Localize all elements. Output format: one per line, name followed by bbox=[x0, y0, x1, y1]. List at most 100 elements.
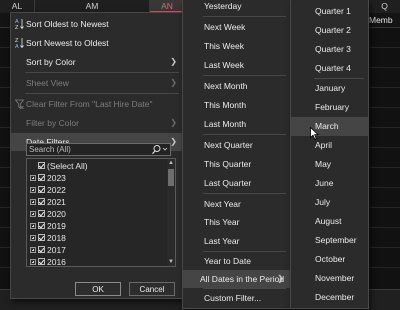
filter-by-color[interactable]: Filter by Color ❯ bbox=[11, 114, 183, 132]
tree-item-label: 2022 bbox=[47, 185, 66, 195]
expand-icon[interactable] bbox=[30, 259, 36, 265]
tree-item-year[interactable]: 2021 bbox=[27, 196, 169, 208]
menu-item-label: Filter by Color bbox=[26, 118, 79, 128]
date-filter-this-week[interactable]: This Week bbox=[183, 37, 290, 55]
menu-item-label: All Dates in the Period bbox=[200, 274, 285, 284]
search-button[interactable] bbox=[150, 144, 170, 155]
tree-item-label: 2018 bbox=[47, 233, 66, 243]
filter-value-list: (Select All) 2023 2022 2021 2020 2019 20… bbox=[26, 158, 176, 267]
date-filter-last-quarter[interactable]: Last Quarter bbox=[183, 174, 290, 192]
period-quarter-2[interactable]: Quarter 2 bbox=[291, 21, 368, 40]
tree-item-year[interactable]: 2016 bbox=[27, 256, 169, 267]
column-header-q[interactable]: Q bbox=[369, 0, 400, 13]
checkbox-checked[interactable] bbox=[38, 222, 45, 229]
period-august[interactable]: August bbox=[291, 212, 368, 231]
checkbox-checked[interactable] bbox=[38, 258, 45, 265]
sort-newest-to-oldest[interactable]: Z A Sort Newest to Oldest bbox=[11, 34, 183, 52]
filter-search bbox=[26, 143, 171, 156]
period-february[interactable]: February bbox=[291, 98, 368, 117]
period-january[interactable]: January bbox=[291, 79, 368, 98]
tree-item-year[interactable]: 2020 bbox=[27, 208, 169, 220]
date-filter-yesterday[interactable]: Yesterday bbox=[183, 0, 290, 15]
autofilter-menu: A Z Sort Oldest to Newest Z A Sort Newes… bbox=[10, 12, 184, 299]
header-cell-membership[interactable]: Memb bbox=[369, 13, 400, 27]
all-dates-in-period-submenu: Quarter 1 Quarter 2 Quarter 3 Quarter 4 … bbox=[290, 0, 369, 309]
ok-button[interactable]: OK bbox=[75, 282, 121, 296]
checkbox-checked[interactable] bbox=[38, 210, 45, 217]
tree-item-label: 2021 bbox=[47, 197, 66, 207]
tree-item-year[interactable]: 2017 bbox=[27, 244, 169, 256]
period-october[interactable]: October bbox=[291, 250, 368, 269]
checkbox-checked[interactable] bbox=[38, 186, 45, 193]
date-filter-this-year[interactable]: This Year bbox=[183, 213, 290, 231]
clear-filter-icon bbox=[15, 99, 24, 110]
scrollbar-thumb[interactable] bbox=[168, 169, 174, 186]
expand-icon[interactable] bbox=[30, 223, 36, 229]
tree-item-year[interactable]: 2018 bbox=[27, 232, 169, 244]
date-filter-all-dates-in-period[interactable]: All Dates in the Period ❯ bbox=[183, 270, 290, 288]
date-filter-next-year[interactable]: Next Year bbox=[183, 195, 290, 213]
checkbox-checked[interactable] bbox=[38, 162, 45, 169]
svg-text:A: A bbox=[15, 44, 19, 49]
tree-item-label: (Select All) bbox=[47, 161, 88, 171]
date-filter-this-month[interactable]: This Month bbox=[183, 96, 290, 114]
date-filter-custom-filter[interactable]: Custom Filter... bbox=[183, 289, 290, 307]
menu-item-label: Clear Filter From "Last Hire Date" bbox=[26, 99, 153, 109]
menu-divider bbox=[203, 193, 286, 194]
expand-icon[interactable] bbox=[30, 211, 36, 217]
tree-item-year[interactable]: 2023 bbox=[27, 172, 169, 184]
tree-item-label: 2023 bbox=[47, 173, 66, 183]
period-quarter-1[interactable]: Quarter 1 bbox=[291, 2, 368, 21]
period-april[interactable]: April bbox=[291, 136, 368, 155]
period-march[interactable]: March bbox=[291, 117, 368, 136]
tree-item-label: 2016 bbox=[47, 257, 66, 267]
checkbox-checked[interactable] bbox=[38, 174, 45, 181]
scroll-up-icon[interactable]: ▲ bbox=[167, 159, 175, 167]
period-quarter-4[interactable]: Quarter 4 bbox=[291, 59, 368, 78]
date-filter-next-month[interactable]: Next Month bbox=[183, 77, 290, 95]
scroll-down-icon[interactable]: ▼ bbox=[167, 258, 175, 266]
checkbox-checked[interactable] bbox=[38, 246, 45, 253]
expand-icon[interactable] bbox=[30, 235, 36, 241]
menu-divider bbox=[25, 93, 179, 94]
period-july[interactable]: July bbox=[291, 193, 368, 212]
sort-by-color[interactable]: Sort by Color ❯ bbox=[11, 53, 183, 71]
checkbox-checked[interactable] bbox=[38, 198, 45, 205]
list-scrollbar[interactable]: ▲ ▼ bbox=[167, 159, 175, 266]
expand-icon[interactable] bbox=[30, 187, 36, 193]
sort-descending-icon: Z A bbox=[15, 38, 24, 49]
expand-icon[interactable] bbox=[30, 247, 36, 253]
tree-item-select-all[interactable]: (Select All) bbox=[27, 160, 169, 172]
date-filter-last-week[interactable]: Last Week bbox=[183, 56, 290, 74]
date-filter-year-to-date[interactable]: Year to Date bbox=[183, 252, 290, 270]
period-june[interactable]: June bbox=[291, 174, 368, 193]
menu-item-label: Sheet View bbox=[26, 78, 69, 88]
mouse-pointer-icon bbox=[310, 127, 319, 140]
date-filter-last-month[interactable]: Last Month bbox=[183, 115, 290, 133]
search-input[interactable] bbox=[29, 144, 149, 155]
clear-filter[interactable]: Clear Filter From "Last Hire Date" bbox=[11, 95, 183, 113]
period-december[interactable]: December bbox=[291, 288, 368, 307]
chevron-right-icon: ❯ bbox=[277, 274, 284, 283]
period-may[interactable]: May bbox=[291, 155, 368, 174]
sheet-view[interactable]: Sheet View ❯ bbox=[11, 74, 183, 92]
period-september[interactable]: September bbox=[291, 231, 368, 250]
date-filter-next-week[interactable]: Next Week bbox=[183, 18, 290, 36]
period-quarter-3[interactable]: Quarter 3 bbox=[291, 40, 368, 59]
sort-ascending-icon: A Z bbox=[15, 19, 24, 30]
menu-divider bbox=[203, 134, 286, 135]
date-filter-last-year[interactable]: Last Year bbox=[183, 232, 290, 250]
expand-icon[interactable] bbox=[30, 175, 36, 181]
date-filter-next-quarter[interactable]: Next Quarter bbox=[183, 136, 290, 154]
checkbox-checked[interactable] bbox=[38, 234, 45, 241]
tree-item-year[interactable]: 2019 bbox=[27, 220, 169, 232]
tree-item-year[interactable]: 2022 bbox=[27, 184, 169, 196]
period-november[interactable]: November bbox=[291, 269, 368, 288]
date-filter-this-quarter[interactable]: This Quarter bbox=[183, 155, 290, 173]
sort-oldest-to-newest[interactable]: A Z Sort Oldest to Newest bbox=[11, 15, 183, 33]
menu-divider bbox=[25, 72, 179, 73]
chevron-right-icon: ❯ bbox=[170, 57, 177, 66]
cancel-button[interactable]: Cancel bbox=[129, 282, 175, 296]
expand-icon[interactable] bbox=[30, 199, 36, 205]
chevron-right-icon: ❯ bbox=[170, 118, 177, 127]
